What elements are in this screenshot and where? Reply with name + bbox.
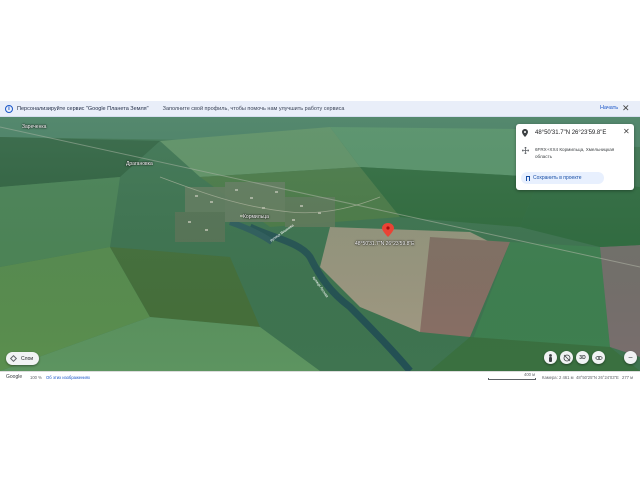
banner-start-button[interactable]: Начать xyxy=(600,105,618,111)
info-icon: i xyxy=(5,104,13,113)
banner-subtitle: Заполните свой профиль, чтобы помочь нам… xyxy=(162,105,345,112)
google-logo: Google xyxy=(6,374,23,380)
pegman-icon xyxy=(549,353,552,362)
view-3d-button[interactable]: 3D xyxy=(576,351,589,364)
place-label-draganovka: Драгановка xyxy=(126,161,153,167)
about-imagery-link[interactable]: Об этих изображениях xyxy=(46,375,90,380)
location-pin-icon xyxy=(522,129,528,137)
pegman-button[interactable] xyxy=(544,351,557,364)
elevation: 277 м xyxy=(622,375,634,380)
scale-label: 400 м xyxy=(524,372,536,377)
layers-icon xyxy=(9,354,18,363)
orbit-icon xyxy=(594,355,603,360)
save-to-project-button[interactable]: Сохранить в проекте xyxy=(521,172,604,184)
place-label-kormiltsi: Кормильца xyxy=(243,214,269,220)
layers-button[interactable]: Слои xyxy=(6,352,39,365)
close-icon[interactable]: ✕ xyxy=(622,103,630,113)
earth-window: i Персонализируйте сервис "Google Планет… xyxy=(0,0,640,480)
cursor-coordinates: 48°50'25"N 26°24'03"E xyxy=(576,375,619,380)
card-coordinates: 48°50'31.7"N 26°23'59.8"E xyxy=(535,130,607,136)
compass-off-icon xyxy=(563,354,570,361)
personalize-banner: i Персонализируйте сервис "Google Планет… xyxy=(0,101,640,117)
banner-title: Персонализируйте сервис "Google Планета … xyxy=(17,105,149,112)
pin-coordinates-label: 48°50'31.7"N 26°23'59.8"E xyxy=(355,241,415,247)
place-info-card: 48°50'31.7"N 26°23'59.8"E ✕ 6FRX+XX4 Кор… xyxy=(516,124,634,190)
scale-bar xyxy=(488,378,536,380)
compass-off-button[interactable] xyxy=(560,351,573,364)
close-icon[interactable]: ✕ xyxy=(623,128,630,136)
save-to-project-label: Сохранить в проекте xyxy=(533,175,582,181)
zoom-level: 100 % xyxy=(30,375,42,380)
zoom-out-button[interactable]: − xyxy=(624,351,637,364)
status-bar: Google 100 % Об этих изображениях 400 м … xyxy=(0,371,640,382)
bookmark-icon xyxy=(526,175,530,181)
card-address: 6FRX+XX4 Кормильца, Хмельницкая область xyxy=(535,147,615,159)
move-icon xyxy=(522,147,529,154)
place-label-zarechanka: Зареченка xyxy=(22,124,47,130)
camera-altitude: Камера: 2 461 м xyxy=(542,375,574,380)
orbit-button[interactable] xyxy=(592,351,605,364)
layers-label: Слои xyxy=(21,355,34,362)
